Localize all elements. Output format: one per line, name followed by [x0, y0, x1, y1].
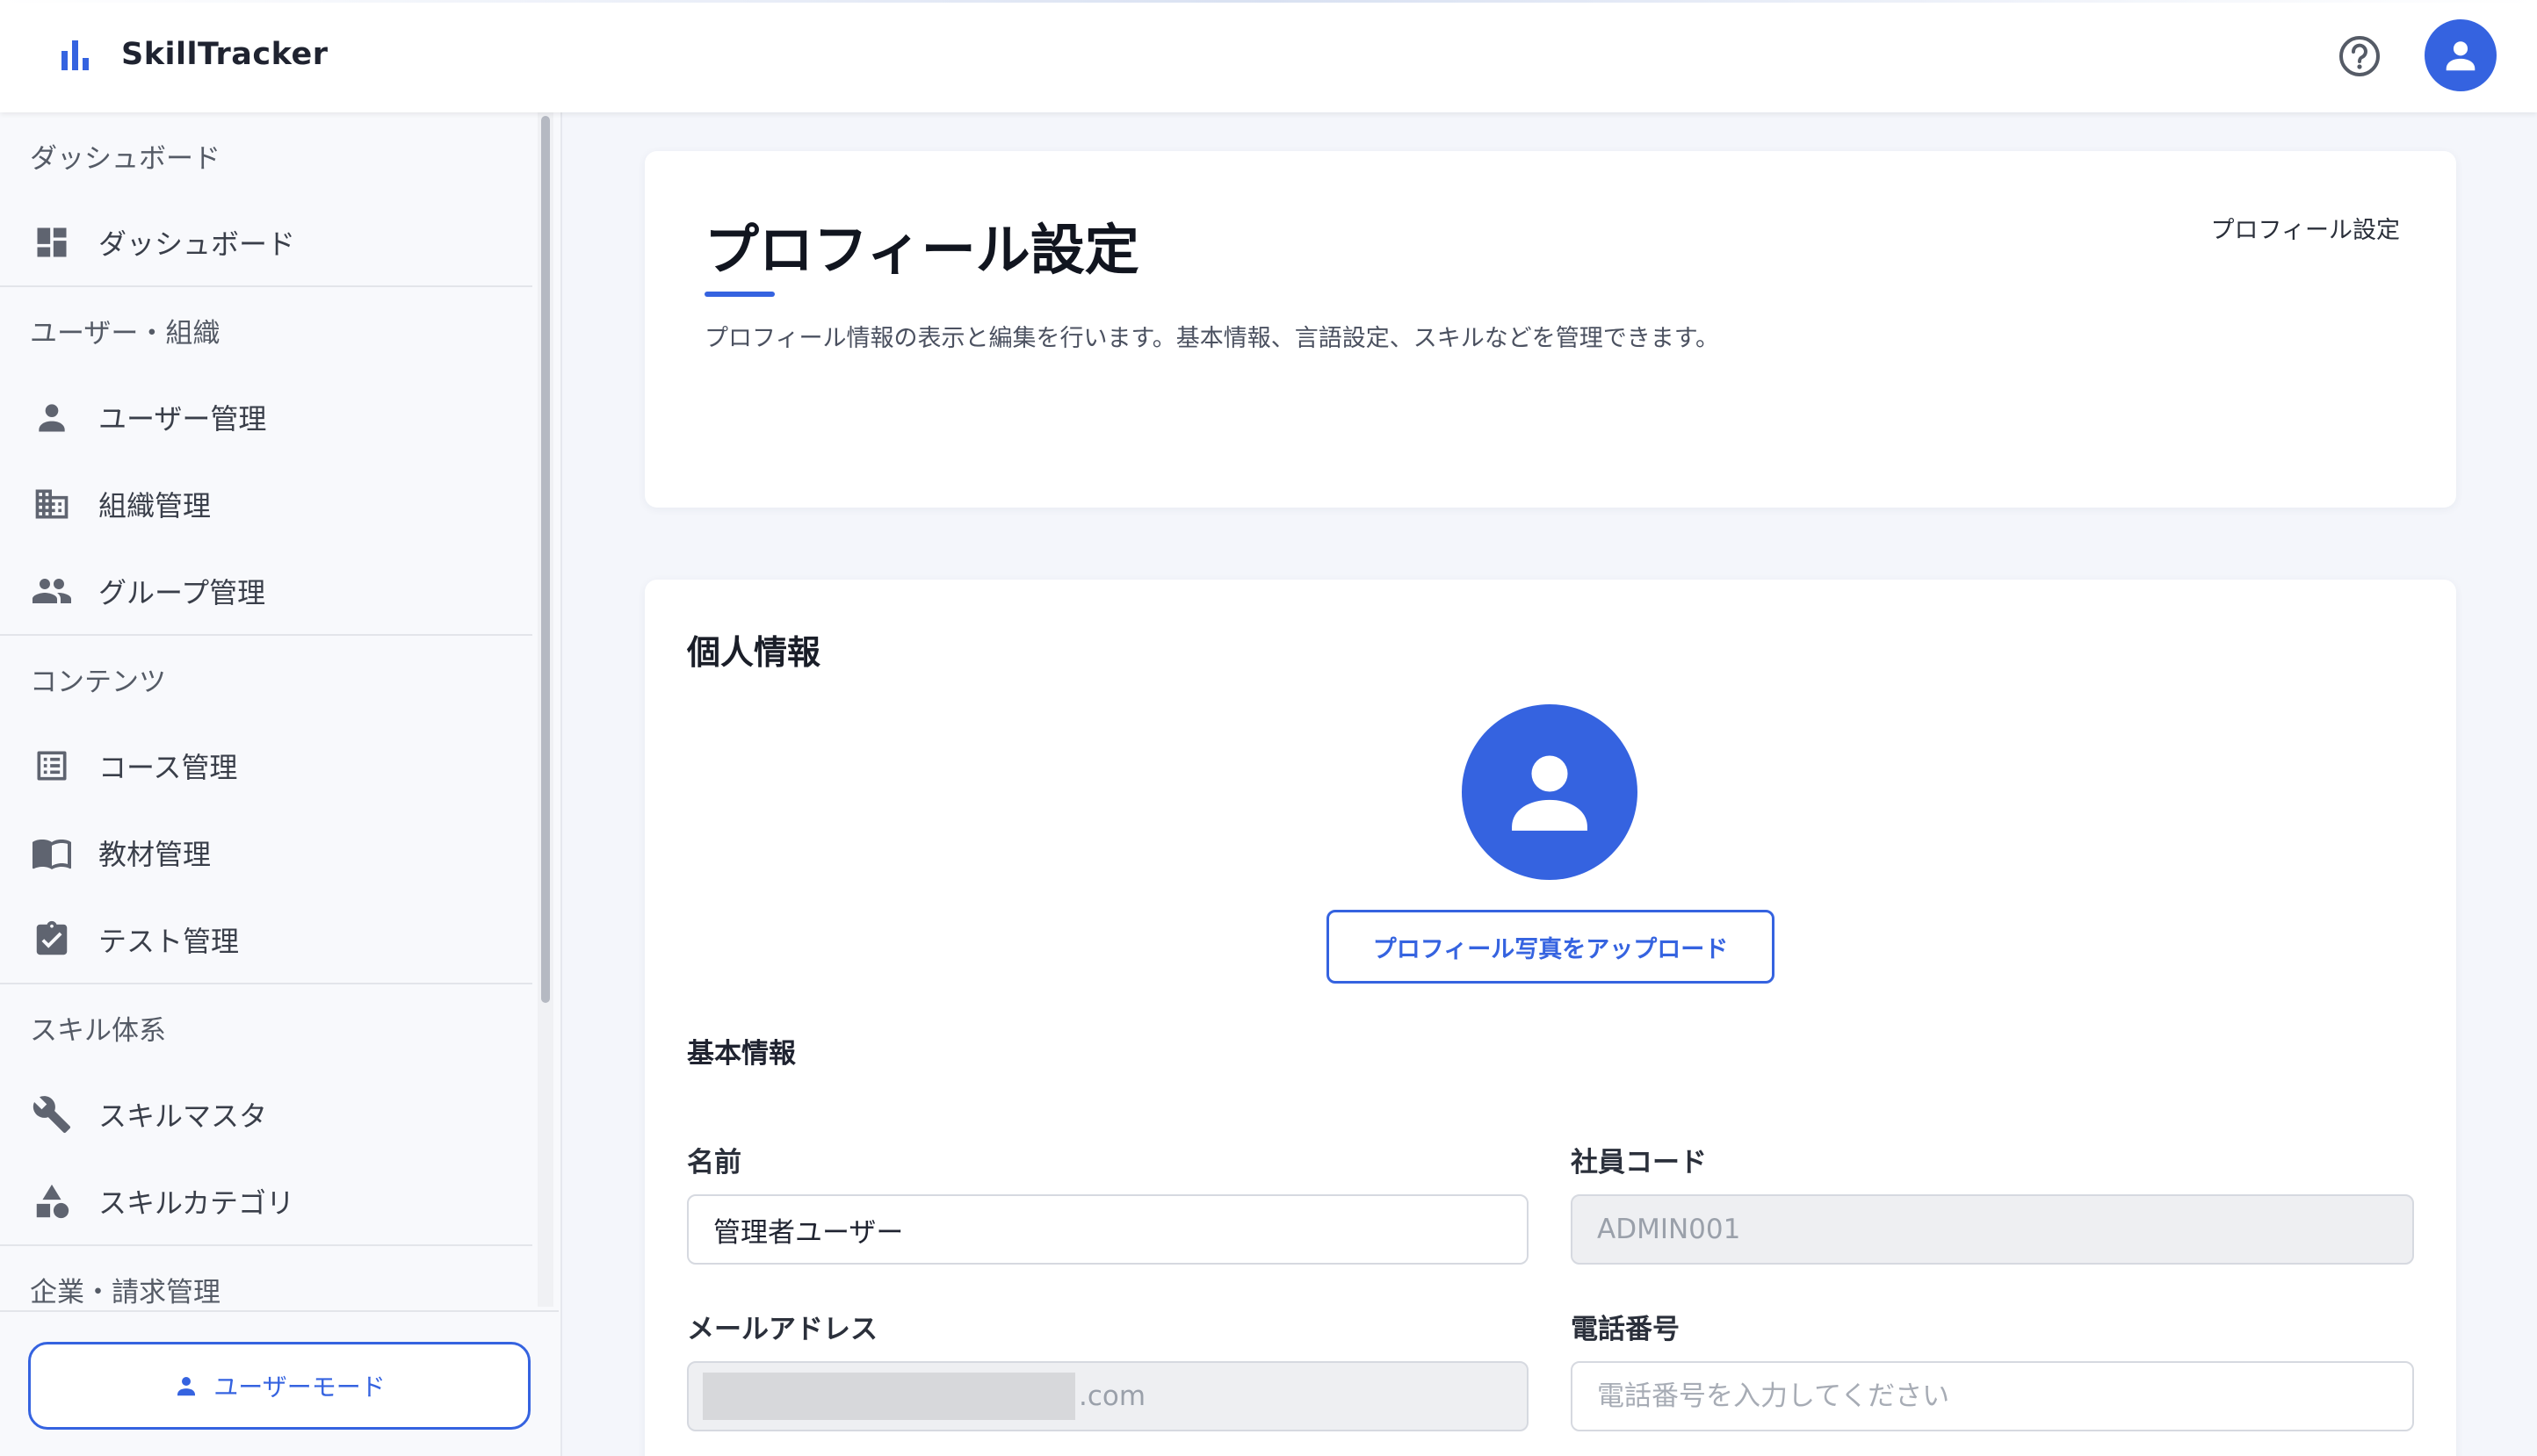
- brand-name: SkillTracker: [121, 37, 329, 72]
- sidebar-item-label: グループ管理: [98, 575, 266, 609]
- app-header: SkillTracker: [0, 0, 2537, 112]
- shapes-icon: [30, 1179, 74, 1223]
- sidebar-nav: ダッシュボード ダッシュボード ユーザー・組織 ユーザー管理 組織管理 グループ…: [0, 112, 532, 1307]
- main-content: プロフィール設定 プロフィール情報の表示と編集を行います。基本情報、言語設定、ス…: [615, 112, 2537, 1456]
- user-mode-label: ユーザーモード: [213, 1373, 386, 1402]
- scrollbar-thumb[interactable]: [541, 116, 550, 1003]
- person-icon: [2446, 41, 2476, 71]
- name-field-wrapper[interactable]: [687, 1194, 1529, 1265]
- bar-chart-icon: [61, 40, 89, 70]
- upload-photo-button[interactable]: プロフィール写真をアップロード: [1326, 910, 1774, 984]
- sidebar-item-label: ダッシュボード: [98, 227, 296, 261]
- sidebar-item-skill-category[interactable]: スキルカテゴリ: [0, 1157, 532, 1244]
- name-label: 名前: [687, 1147, 741, 1178]
- sidebar-section-content: コンテンツ: [30, 666, 166, 698]
- sidebar-item-label: 教材管理: [98, 837, 212, 871]
- person-icon: [1512, 755, 1587, 831]
- phone-field-wrapper[interactable]: [1571, 1361, 2414, 1431]
- sidebar-item-label: スキルマスタ: [98, 1099, 268, 1133]
- building-icon: [30, 482, 74, 526]
- phone-label: 電話番号: [1571, 1314, 1680, 1345]
- personal-info-card: 個人情報 プロフィール写真をアップロード 基本情報 名前 社員コード ADMIN…: [645, 580, 2456, 1456]
- sidebar-item-material-management[interactable]: 教材管理: [0, 809, 532, 896]
- header-topline: [0, 0, 2537, 3]
- list-icon: [30, 744, 74, 788]
- email-suffix: .com: [1079, 1380, 1146, 1412]
- sidebar-footer: ユーザーモード: [0, 1310, 559, 1456]
- help-icon: [2339, 36, 2380, 76]
- user-avatar-button[interactable]: [2425, 19, 2497, 91]
- phone-input[interactable]: [1597, 1380, 2388, 1412]
- employee-code-label: 社員コード: [1571, 1147, 1707, 1178]
- sidebar-item-org-management[interactable]: 組織管理: [0, 460, 532, 547]
- email-label: メールアドレス: [687, 1314, 878, 1345]
- group-icon: [30, 569, 74, 613]
- page-title: プロフィール設定: [705, 218, 1139, 282]
- page-header-card: プロフィール設定 プロフィール情報の表示と編集を行います。基本情報、言語設定、ス…: [645, 151, 2456, 508]
- sidebar-item-label: テスト管理: [98, 924, 240, 958]
- title-underline: [705, 292, 775, 297]
- name-input[interactable]: [713, 1214, 1502, 1245]
- sidebar-item-group-management[interactable]: グループ管理: [0, 547, 532, 634]
- sidebar-section-billing: 企業・請求管理: [30, 1276, 220, 1308]
- profile-avatar: [1462, 704, 1637, 880]
- user-mode-button[interactable]: ユーザーモード: [28, 1342, 531, 1430]
- brand[interactable]: SkillTracker: [58, 35, 328, 74]
- breadcrumb: プロフィール設定: [2210, 217, 2400, 244]
- dashboard-icon: [30, 220, 74, 264]
- book-icon: [30, 831, 74, 875]
- sidebar-item-label: 組織管理: [98, 488, 212, 523]
- sidebar-section-dashboard: ダッシュボード: [30, 142, 220, 175]
- personal-info-heading: 個人情報: [687, 633, 821, 672]
- sidebar-item-label: コース管理: [98, 750, 238, 784]
- employee-code-field: ADMIN001: [1571, 1194, 2414, 1265]
- sidebar-item-dashboard[interactable]: ダッシュボード: [0, 198, 532, 285]
- person-icon: [177, 1377, 196, 1396]
- sidebar-item-label: スキルカテゴリ: [98, 1186, 295, 1220]
- sidebar-item-user-management[interactable]: ユーザー管理: [0, 373, 532, 460]
- clipboard-check-icon: [30, 918, 74, 962]
- redacted-email-part: [703, 1373, 1075, 1420]
- sidebar-section-users: ユーザー・組織: [30, 317, 220, 350]
- wrench-icon: [30, 1092, 74, 1136]
- sidebar-item-skill-master[interactable]: スキルマスタ: [0, 1070, 532, 1157]
- help-button[interactable]: [2337, 33, 2382, 79]
- page-description: プロフィール情報の表示と編集を行います。基本情報、言語設定、スキルなどを管理でき…: [705, 325, 1720, 352]
- basic-info-heading: 基本情報: [687, 1038, 796, 1070]
- email-field: .com: [687, 1361, 1529, 1431]
- sidebar-item-label: ユーザー管理: [98, 401, 267, 436]
- sidebar-item-test-management[interactable]: テスト管理: [0, 896, 532, 983]
- sidebar: ダッシュボード ダッシュボード ユーザー・組織 ユーザー管理 組織管理 グループ…: [0, 112, 562, 1456]
- sidebar-scrollbar[interactable]: [538, 112, 553, 1307]
- person-icon: [30, 395, 74, 439]
- sidebar-section-skills: スキル体系: [30, 1014, 166, 1047]
- sidebar-item-course-management[interactable]: コース管理: [0, 722, 532, 809]
